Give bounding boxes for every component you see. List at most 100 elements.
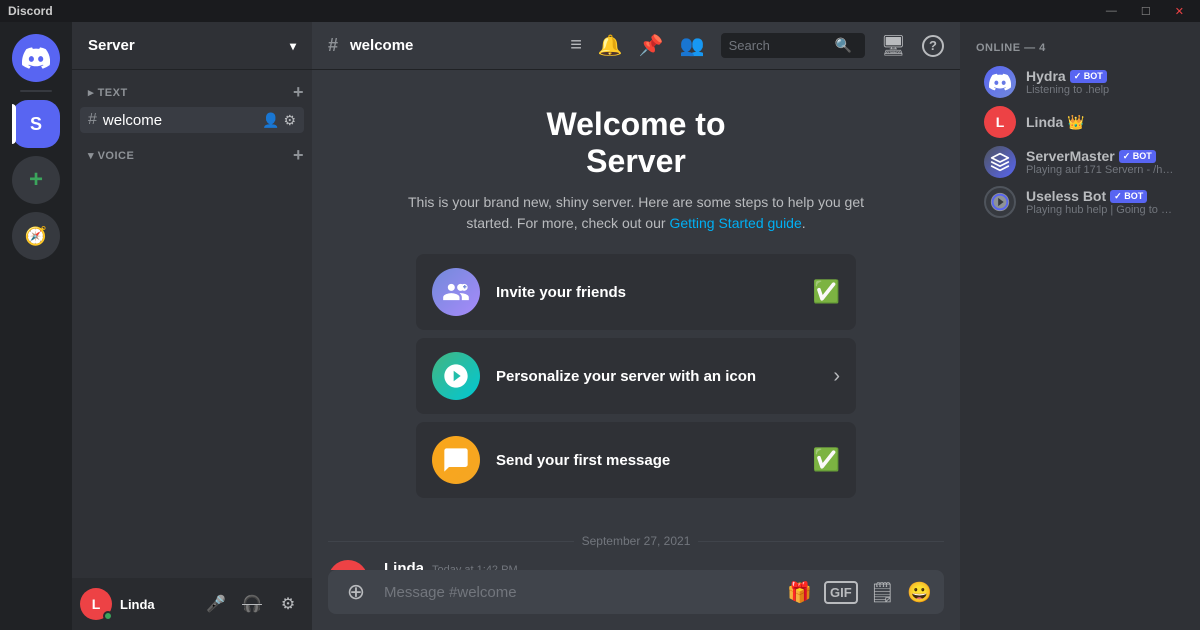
notification-icon[interactable]: 🔔 <box>598 33 623 58</box>
server-name: Server <box>88 37 135 54</box>
member-avatar-hydra <box>984 66 1016 98</box>
members-category-online: ONLINE — 4 <box>960 38 1200 62</box>
member-avatar-servermaster <box>984 146 1016 178</box>
server-header[interactable]: Server ▾ <box>72 22 312 70</box>
channel-name-welcome: welcome <box>103 112 162 129</box>
channel-list: ▸ TEXT + # welcome 👤 ⚙ ▾ VOICE + <box>72 70 312 578</box>
member-item-servermaster[interactable]: ServerMaster ✓ BOT Playing auf 171 Serve… <box>968 142 1192 182</box>
hash-icon: # <box>88 111 97 129</box>
explore-label: 🧭 <box>25 226 47 247</box>
deafen-button[interactable]: 🎧 <box>236 588 268 620</box>
user-info: Linda <box>120 597 192 612</box>
message-author-avatar: L <box>328 560 368 570</box>
member-name-uselessbot: Useless Bot <box>1026 188 1106 204</box>
crown-icon-linda: 👑 <box>1067 114 1084 131</box>
app-name: Discord <box>8 4 53 18</box>
member-info-linda: Linda 👑 <box>1026 114 1176 131</box>
search-box[interactable]: 🔍 <box>721 33 865 58</box>
messages-area: Welcome to Server This is your brand new… <box>312 70 960 570</box>
chevron-down-icon: ▾ <box>290 39 296 53</box>
minimize-button[interactable]: — <box>1098 5 1125 18</box>
members-sidebar: ONLINE — 4 Hydra ✓ BOT Listening to .hel… <box>960 22 1200 630</box>
server-list: S + 🧭 <box>0 22 72 630</box>
add-icon: + <box>29 166 43 194</box>
message-author-name: Linda <box>384 560 424 570</box>
task-status-send: ✅ <box>813 447 840 473</box>
member-avatar-uselessbot <box>984 186 1016 218</box>
input-actions: 🎁 GIF 🗒 😀 <box>787 580 932 605</box>
member-activity-uselessbot: Playing hub help | Going to sle... <box>1026 204 1176 216</box>
server-item-s[interactable]: S <box>12 100 60 148</box>
user-name: Linda <box>120 597 192 612</box>
task-label-personalize: Personalize your server with an icon <box>496 368 817 385</box>
member-activity-servermaster: Playing auf 171 Servern - /help <box>1026 164 1176 176</box>
add-channel-icon[interactable]: + <box>293 82 304 103</box>
channel-header-actions: ≡ 🔔 📌 👥 🔍 🖥 ? <box>570 33 944 58</box>
search-input[interactable] <box>729 38 829 53</box>
server-icon-s[interactable]: S <box>12 100 60 148</box>
member-activity-hydra: Listening to .help <box>1026 84 1176 96</box>
channel-item-welcome[interactable]: # welcome 👤 ⚙ <box>80 107 304 133</box>
bot-badge-uselessbot: ✓ BOT <box>1110 190 1147 203</box>
welcome-title-line2: Server <box>586 143 686 179</box>
inbox-icon[interactable]: 🖥 <box>881 33 906 58</box>
message-item: L Linda Today at 1:42 PM 100 <box>312 556 960 570</box>
channel-header: # welcome ≡ 🔔 📌 👥 🔍 🖥 ? <box>312 22 960 70</box>
welcome-title-line1: Welcome to <box>547 106 726 142</box>
member-avatar-linda: L <box>984 106 1016 138</box>
task-label-invite: Invite your friends <box>496 284 797 301</box>
member-name-servermaster: ServerMaster <box>1026 148 1115 164</box>
add-server-icon[interactable]: + <box>12 156 60 204</box>
server-initial: S <box>30 114 42 135</box>
settings-icon[interactable]: ⚙ <box>283 112 296 129</box>
invite-icon <box>432 268 480 316</box>
category-voice-label: ▾ VOICE <box>88 149 134 162</box>
message-input[interactable] <box>384 570 775 614</box>
emoji-icon[interactable]: 😀 <box>907 580 932 605</box>
discord-home-icon[interactable] <box>12 34 60 82</box>
server-item-discord-home[interactable] <box>12 34 60 82</box>
category-voice[interactable]: ▾ VOICE + <box>72 141 312 170</box>
channel-header-name: welcome <box>350 37 413 54</box>
attach-button[interactable]: ⊕ <box>340 570 372 614</box>
member-name-hydra: Hydra <box>1026 68 1066 84</box>
explore-icon[interactable]: 🧭 <box>12 212 60 260</box>
member-name-linda: Linda <box>1026 114 1063 130</box>
member-item-uselessbot[interactable]: Useless Bot ✓ BOT Playing hub help | Goi… <box>968 182 1192 222</box>
mute-button[interactable]: 🎤 <box>200 588 232 620</box>
getting-started-link[interactable]: Getting Started guide <box>669 215 801 231</box>
channel-actions: 👤 ⚙ <box>262 112 296 129</box>
gift-icon[interactable]: 🎁 <box>787 580 812 605</box>
threads-icon[interactable]: ≡ <box>570 34 582 57</box>
server-item-add[interactable]: + <box>12 156 60 204</box>
titlebar: Discord — ☐ ✕ <box>0 0 1200 22</box>
member-item-linda[interactable]: L Linda 👑 <box>968 102 1192 142</box>
members-icon[interactable]: 👥 <box>680 33 705 58</box>
add-voice-channel-icon[interactable]: + <box>293 145 304 166</box>
header-hash-icon: # <box>328 35 338 56</box>
personalize-icon <box>432 352 480 400</box>
pin-icon[interactable]: 📌 <box>639 33 664 58</box>
user-initial: L <box>92 596 101 612</box>
server-divider <box>20 90 52 92</box>
close-button[interactable]: ✕ <box>1167 5 1192 18</box>
user-status-dot <box>103 611 113 621</box>
category-text[interactable]: ▸ TEXT + <box>72 78 312 107</box>
task-send-message[interactable]: Send your first message ✅ <box>416 422 856 498</box>
gif-button[interactable]: GIF <box>824 581 858 604</box>
task-personalize[interactable]: Personalize your server with an icon › <box>416 338 856 414</box>
message-input-box: ⊕ 🎁 GIF 🗒 😀 <box>328 570 944 614</box>
settings-button[interactable]: ⚙ <box>272 588 304 620</box>
invite-icon[interactable]: 👤 <box>262 112 279 129</box>
sticker-icon[interactable]: 🗒 <box>870 580 895 605</box>
server-item-explore[interactable]: 🧭 <box>12 212 60 260</box>
date-label: September 27, 2021 <box>582 534 691 548</box>
help-icon[interactable]: ? <box>922 35 944 57</box>
welcome-title: Welcome to Server <box>547 106 726 180</box>
main-content: # welcome ≡ 🔔 📌 👥 🔍 🖥 ? Welcome to <box>312 22 960 630</box>
task-invite-friends[interactable]: Invite your friends ✅ <box>416 254 856 330</box>
member-item-hydra[interactable]: Hydra ✓ BOT Listening to .help <box>968 62 1192 102</box>
welcome-description: This is your brand new, shiny server. He… <box>396 192 876 234</box>
user-panel: L Linda 🎤 🎧 ⚙ <box>72 578 312 630</box>
maximize-button[interactable]: ☐ <box>1133 5 1159 18</box>
